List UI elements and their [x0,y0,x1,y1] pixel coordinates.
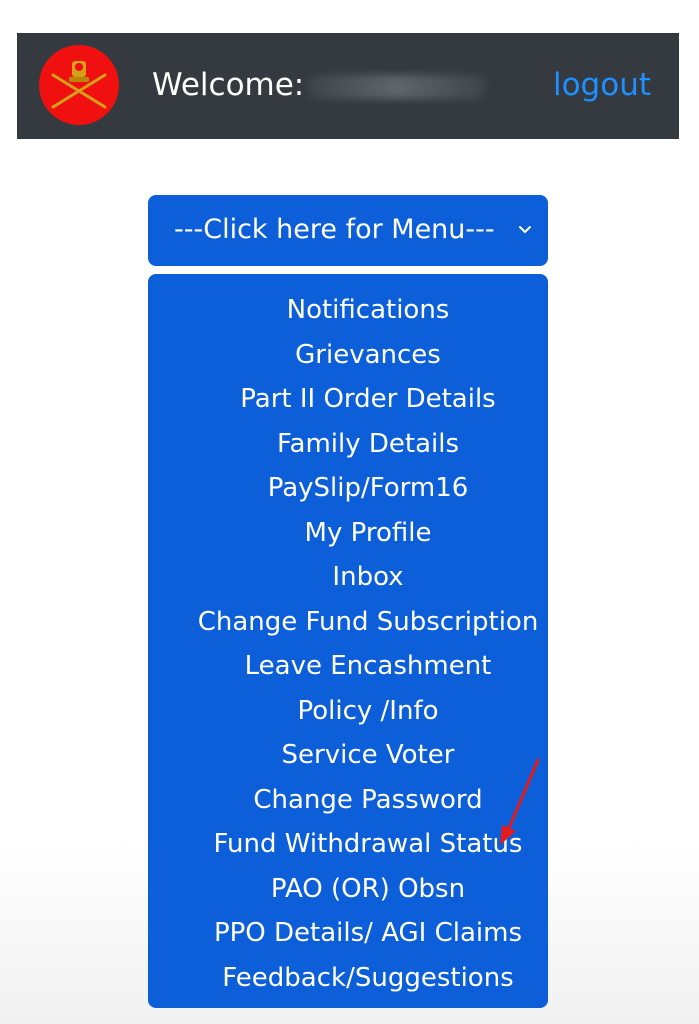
army-emblem-icon [39,45,119,125]
menu-item-inbox[interactable]: Inbox [188,555,548,600]
menu-item-pao-or-obsn[interactable]: PAO (OR) Obsn [188,867,548,912]
menu-item-policy-info[interactable]: Policy /Info [188,689,548,734]
menu-item-family-details[interactable]: Family Details [188,422,548,467]
menu-item-notifications[interactable]: Notifications [188,288,548,333]
chevron-down-icon [519,226,531,233]
redacted-username [307,75,487,99]
menu-item-change-fund-subscription[interactable]: Change Fund Subscription [188,600,548,645]
welcome-label: Welcome: [152,67,305,103]
menu-item-ppo-details-agi-claims[interactable]: PPO Details/ AGI Claims [188,911,548,956]
top-navbar: Welcome: logout [17,33,679,139]
menu-item-change-password[interactable]: Change Password [188,778,548,823]
menu-item-my-profile[interactable]: My Profile [188,511,548,556]
menu-item-fund-withdrawal-status[interactable]: Fund Withdrawal Status [188,822,548,867]
menu-item-service-voter[interactable]: Service Voter [188,733,548,778]
menu-list: Notifications Grievances Part II Order D… [148,274,548,1008]
menu-item-payslip-form16[interactable]: PaySlip/Form16 [188,466,548,511]
menu-item-grievances[interactable]: Grievances [188,333,548,378]
menu-toggle-label: ---Click here for Menu--- [174,214,495,245]
menu-item-leave-encashment[interactable]: Leave Encashment [188,644,548,689]
menu-item-part-ii-order-details[interactable]: Part II Order Details [188,377,548,422]
menu-item-feedback-suggestions[interactable]: Feedback/Suggestions [188,956,548,1001]
menu-dropdown-toggle[interactable]: ---Click here for Menu--- [148,195,548,266]
logout-link[interactable]: logout [553,65,651,105]
